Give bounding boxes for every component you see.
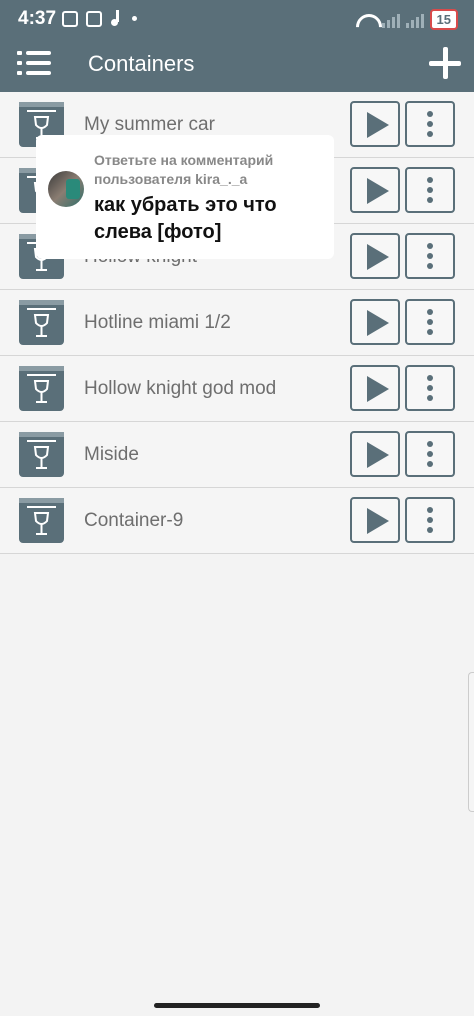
status-system-icons: 15 <box>356 9 458 30</box>
app-bar: Containers <box>0 36 474 92</box>
container-name: Container-9 <box>84 510 184 531</box>
home-indicator[interactable] <box>154 1003 320 1008</box>
screen-record-icon <box>86 10 102 27</box>
hamburger-menu-icon[interactable] <box>17 49 51 77</box>
signal-icon <box>381 12 400 28</box>
screenshot-icon <box>62 10 78 27</box>
wifi-icon <box>356 12 376 28</box>
container-options-button[interactable] <box>405 101 455 147</box>
container-name: Hollow knight god mod <box>84 378 277 399</box>
run-container-button[interactable] <box>350 167 400 213</box>
container-name: Hotline miami 1/2 <box>84 312 231 333</box>
comment-text: как убрать это что слева [фото] <box>94 194 277 243</box>
container-row[interactable]: Container-9 <box>0 488 474 554</box>
battery-icon: 15 <box>429 9 458 30</box>
signal-icon-2 <box>405 12 424 28</box>
container-row[interactable]: Hollow knight god mod <box>0 356 474 422</box>
container-options-button[interactable] <box>405 233 455 279</box>
container-options-button[interactable] <box>405 167 455 213</box>
run-container-button[interactable] <box>350 497 400 543</box>
avatar <box>48 171 84 207</box>
run-container-button[interactable] <box>350 101 400 147</box>
page-title: Containers <box>88 51 195 76</box>
wine-glass-icon <box>19 432 64 477</box>
wine-glass-icon <box>19 366 64 411</box>
container-row[interactable]: Hotline miami 1/2 <box>0 290 474 356</box>
container-options-button[interactable] <box>405 497 455 543</box>
status-time: 4:37 <box>18 8 57 29</box>
run-container-button[interactable] <box>350 431 400 477</box>
run-container-button[interactable] <box>350 365 400 411</box>
container-name: Miside <box>84 444 139 465</box>
status-notification-icons <box>62 10 137 27</box>
reply-header: Ответьте на комментарий пользователя kir… <box>94 152 274 187</box>
add-container-button[interactable] <box>428 46 462 80</box>
wine-glass-icon <box>19 300 64 345</box>
container-options-button[interactable] <box>405 431 455 477</box>
container-options-button[interactable] <box>405 365 455 411</box>
wine-glass-icon <box>19 498 64 543</box>
comment-reply-overlay: Ответьте на комментарий пользователя kir… <box>36 135 334 259</box>
container-options-button[interactable] <box>405 299 455 345</box>
more-notifications-dot-icon <box>132 16 137 21</box>
tiktok-icon <box>110 10 124 27</box>
scroll-handle[interactable] <box>468 672 474 812</box>
run-container-button[interactable] <box>350 233 400 279</box>
status-bar: 4:37 15 <box>0 0 474 36</box>
container-row[interactable]: Miside <box>0 422 474 488</box>
container-name: My summer car <box>84 114 215 135</box>
run-container-button[interactable] <box>350 299 400 345</box>
